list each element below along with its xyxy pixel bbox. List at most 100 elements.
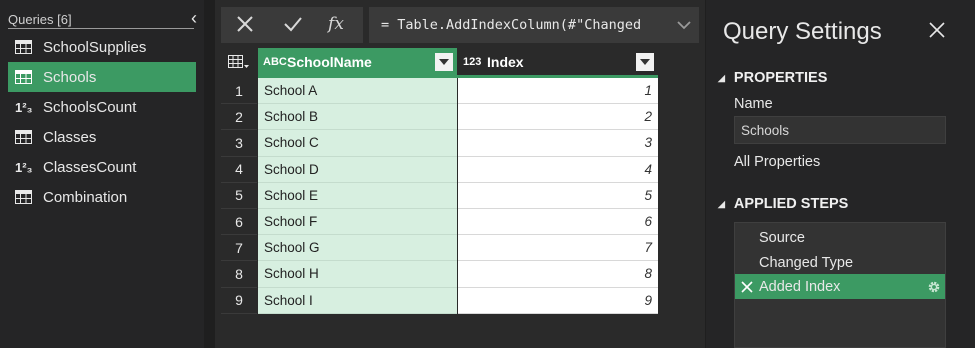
table-menu-button[interactable] <box>221 48 257 76</box>
power-query-editor: Queries [6] ‹ SchoolSupplies Schools 1²₃… <box>0 0 975 348</box>
cell-schoolname[interactable]: School G <box>258 235 457 262</box>
grid-header: ABC SchoolName 123 Index <box>221 48 658 78</box>
step-label: Changed Type <box>759 254 854 271</box>
query-name-input[interactable] <box>734 116 946 144</box>
cell-schoolname[interactable]: School D <box>258 156 457 183</box>
properties-title: PROPERTIES <box>733 70 828 86</box>
applied-steps-list: Source Changed Type Added Index <box>734 222 946 348</box>
formula-text[interactable]: = Table.AddIndexColumn(#"Changed <box>381 17 641 33</box>
properties-section-toggle[interactable]: ◢ PROPERTIES <box>718 70 827 86</box>
close-settings-button[interactable] <box>929 22 945 43</box>
step-label: Source <box>759 229 805 246</box>
cell-schoolname[interactable]: School E <box>258 182 457 209</box>
query-item-schoolscount[interactable]: 1²₃ SchoolsCount <box>8 92 196 122</box>
cell-index[interactable]: 9 <box>458 287 658 314</box>
step-added-index[interactable]: Added Index <box>735 274 945 299</box>
gear-icon <box>928 281 940 292</box>
step-changed-type[interactable]: Changed Type <box>735 250 945 275</box>
query-item-label: Schools <box>43 68 97 86</box>
step-source[interactable]: Source <box>735 225 945 250</box>
table-menu-icon <box>228 55 249 68</box>
query-item-schools[interactable]: Schools <box>8 62 196 92</box>
query-item-label: SchoolSupplies <box>43 38 147 56</box>
query-item-schoolsupplies[interactable]: SchoolSupplies <box>8 32 196 62</box>
row-number[interactable]: 6 <box>221 208 257 236</box>
row-number[interactable]: 7 <box>221 235 257 262</box>
step-label: Added Index <box>759 278 841 295</box>
column-header-index[interactable]: 123 Index <box>458 48 658 76</box>
table-icon <box>15 190 41 204</box>
table-icon <box>15 130 41 144</box>
main-area: fx = Table.AddIndexColumn(#"Changed ABC … <box>215 0 705 348</box>
filter-dropdown-button[interactable] <box>435 53 453 71</box>
applied-steps-title: APPLIED STEPS <box>733 196 849 212</box>
cell-index[interactable]: 3 <box>458 130 658 157</box>
triangle-down-icon: ◢ <box>718 72 725 83</box>
cell-index[interactable]: 4 <box>458 156 658 183</box>
row-number[interactable]: 5 <box>221 182 257 209</box>
cell-index[interactable]: 6 <box>458 208 658 236</box>
insert-function-button[interactable]: fx <box>316 9 356 39</box>
cell-index[interactable]: 5 <box>458 182 658 209</box>
cell-schoolname[interactable]: School B <box>258 104 457 131</box>
table-icon <box>15 70 41 84</box>
query-item-combination[interactable]: Combination <box>8 182 196 212</box>
all-properties-link[interactable]: All Properties <box>734 154 820 170</box>
close-icon <box>237 16 253 32</box>
query-item-label: Combination <box>43 188 128 206</box>
close-icon <box>929 22 945 38</box>
triangle-down-icon: ◢ <box>718 198 725 209</box>
table-row: 8 School H 8 <box>221 261 658 288</box>
cell-schoolname[interactable]: School A <box>258 78 457 105</box>
cell-schoolname[interactable]: School C <box>258 130 457 157</box>
formula-bar[interactable]: = Table.AddIndexColumn(#"Changed <box>363 7 699 43</box>
row-number[interactable]: 1 <box>221 78 257 105</box>
row-number[interactable]: 9 <box>221 287 257 314</box>
column-header-schoolname[interactable]: ABC SchoolName <box>258 48 457 76</box>
delete-step-button[interactable] <box>735 280 759 293</box>
grid-body: 1 School A 1 2 School B 2 3 School C 3 4… <box>221 78 658 314</box>
query-item-label: SchoolsCount <box>43 98 137 116</box>
cell-schoolname[interactable]: School H <box>258 261 457 288</box>
column-header-label: Index <box>487 54 524 70</box>
queries-pane: Queries [6] ‹ SchoolSupplies Schools 1²₃… <box>0 0 204 348</box>
column-header-label: SchoolName <box>287 54 372 70</box>
filter-dropdown-button[interactable] <box>636 53 654 71</box>
checkmark-icon <box>284 17 302 32</box>
query-item-classes[interactable]: Classes <box>8 122 196 152</box>
number-type-icon: 1²₃ <box>15 159 33 175</box>
table-row: 4 School D 4 <box>221 156 658 183</box>
query-item-label: ClassesCount <box>43 158 137 176</box>
query-item-label: Classes <box>43 128 97 146</box>
query-settings-title: Query Settings <box>723 18 882 45</box>
row-number[interactable]: 8 <box>221 261 257 288</box>
table-row: 3 School C 3 <box>221 130 658 157</box>
cancel-formula-button[interactable] <box>225 9 265 39</box>
cell-schoolname[interactable]: School F <box>258 208 457 236</box>
chevron-down-icon[interactable] <box>677 17 691 35</box>
step-settings-button[interactable] <box>923 280 945 294</box>
number-type-icon[interactable]: 123 <box>463 56 485 68</box>
row-number[interactable]: 2 <box>221 104 257 131</box>
collapse-pane-chevron-icon[interactable]: ‹ <box>191 9 197 27</box>
commit-formula-button[interactable] <box>273 9 313 39</box>
cell-index[interactable]: 8 <box>458 261 658 288</box>
text-type-icon[interactable]: ABC <box>263 56 287 68</box>
query-settings-pane: Query Settings ◢ PROPERTIES Name All Pro… <box>706 0 975 348</box>
name-label: Name <box>734 96 773 112</box>
row-number[interactable]: 3 <box>221 130 257 157</box>
close-icon <box>741 280 753 293</box>
applied-steps-section-toggle[interactable]: ◢ APPLIED STEPS <box>718 196 848 212</box>
fx-icon: fx <box>328 14 344 34</box>
query-item-classescount[interactable]: 1²₃ ClassesCount <box>8 152 196 182</box>
cell-index[interactable]: 2 <box>458 104 658 131</box>
number-type-icon: 1²₃ <box>15 99 33 115</box>
table-row: 9 School I 9 <box>221 287 658 314</box>
data-grid: ABC SchoolName 123 Index 1 School A 1 2 … <box>221 48 658 314</box>
row-number[interactable]: 4 <box>221 156 257 183</box>
chevron-down-icon <box>640 59 650 65</box>
table-row: 2 School B 2 <box>221 104 658 131</box>
cell-index[interactable]: 7 <box>458 235 658 262</box>
cell-schoolname[interactable]: School I <box>258 287 457 314</box>
cell-index[interactable]: 1 <box>458 78 658 105</box>
